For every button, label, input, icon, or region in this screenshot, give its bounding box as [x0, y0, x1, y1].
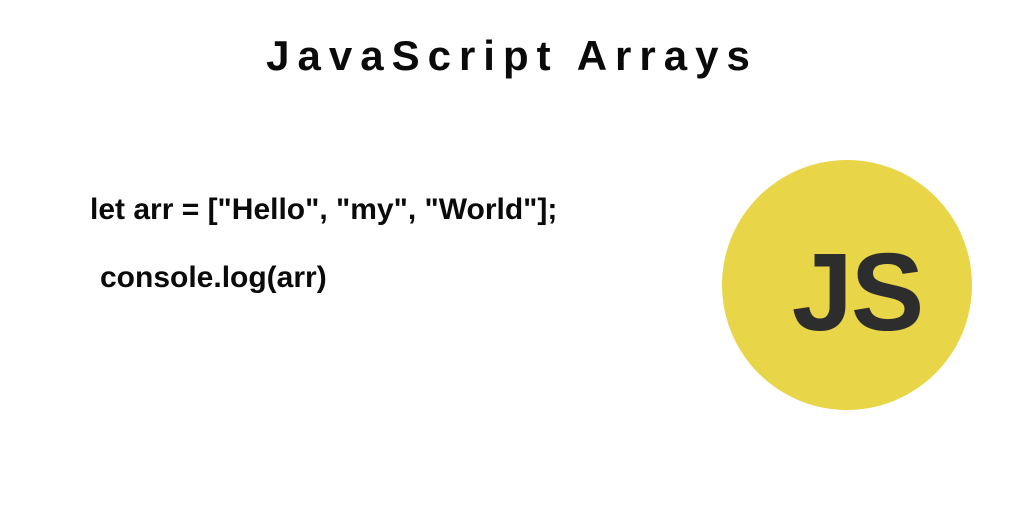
- js-logo-text: JS: [792, 229, 923, 356]
- page-title: JavaScript Arrays: [0, 32, 1024, 80]
- code-example: let arr = ["Hello", "my", "World"]; cons…: [90, 195, 557, 293]
- javascript-logo-icon: JS: [722, 160, 972, 410]
- code-line-1: let arr = ["Hello", "my", "World"];: [90, 195, 557, 225]
- code-line-2: console.log(arr): [100, 263, 557, 293]
